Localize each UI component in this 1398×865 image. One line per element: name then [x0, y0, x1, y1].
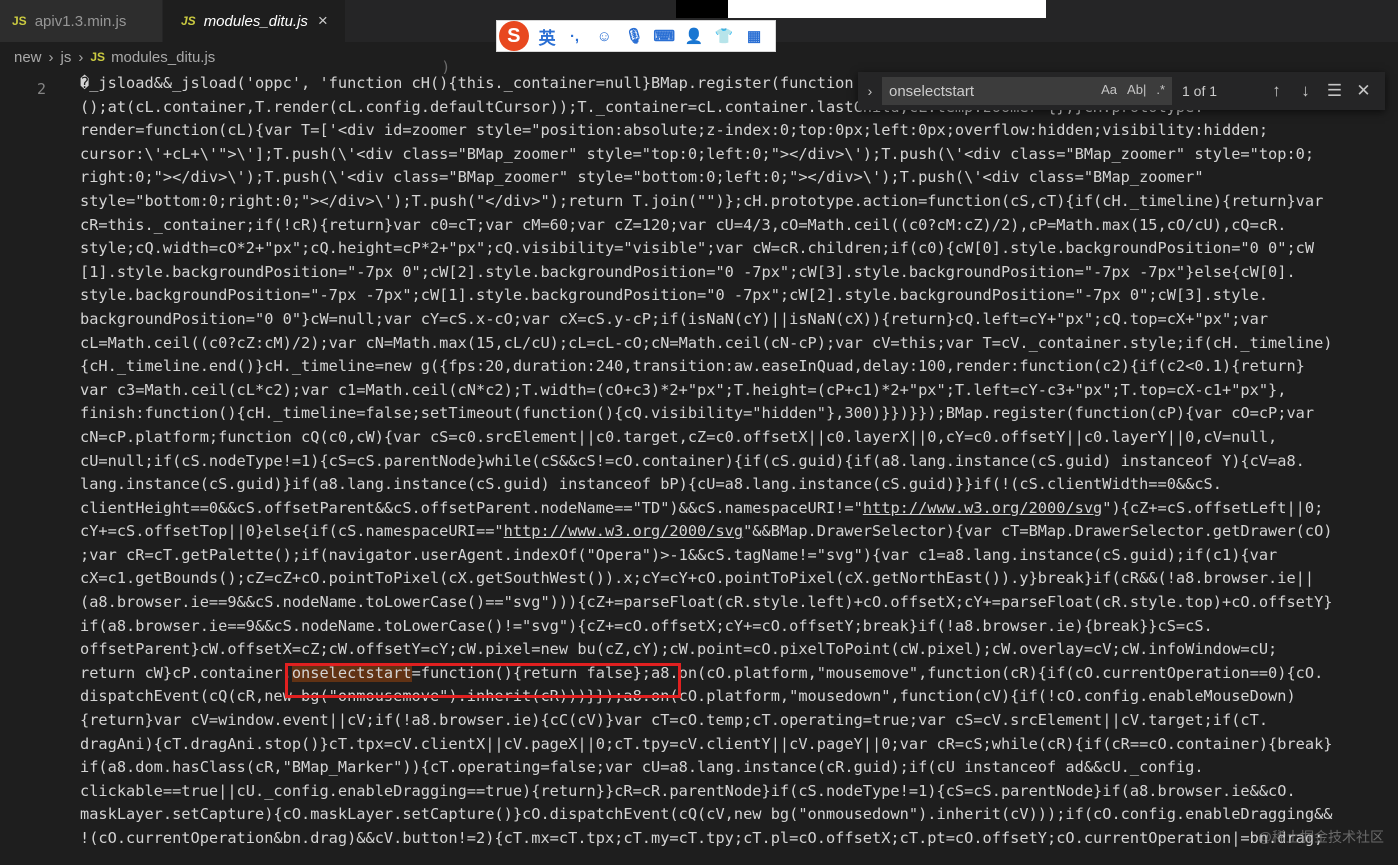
code-line[interactable]: cU=null;if(cS.nodeType!=1){cS=cS.parentN…	[80, 450, 1398, 474]
code-line[interactable]: cX=c1.getBounds();cZ=cZ+cO.pointToPixel(…	[80, 567, 1398, 591]
emoji-icon[interactable]: ☺	[595, 27, 613, 45]
code-line[interactable]: clickable==true||cU._config.enableDraggi…	[80, 780, 1398, 804]
ime-language-toggle[interactable]: 英	[539, 24, 556, 49]
code-line[interactable]: finish:function(){cH._timeline=false;set…	[80, 402, 1398, 426]
code-line[interactable]: dragAni){cT.dragAni.stop()}cT.tpx=cV.cli…	[80, 733, 1398, 757]
find-widget: › onselectstart Aa Ab| .* 1 of 1 ↑ ↓ ☰ ✕	[858, 72, 1385, 110]
chevron-right-icon: ›	[48, 48, 54, 66]
code-line[interactable]: cN=cP.platform;function cQ(c0,cW){var cS…	[80, 426, 1398, 450]
close-icon[interactable]: ✕	[1349, 81, 1378, 101]
arrow-up-icon[interactable]: ↑	[1262, 81, 1291, 101]
tab-modules-ditu[interactable]: JS modules_ditu.js ×	[163, 0, 345, 42]
whole-word-icon[interactable]: Ab|	[1127, 82, 1146, 97]
tab-label: modules_ditu.js	[203, 12, 308, 30]
code-line[interactable]: backgroundPosition="0 0"}cW=null;var cY=…	[80, 308, 1398, 332]
code-line[interactable]: return cW}cP.container.onselectstart=fun…	[80, 662, 1398, 686]
microphone-icon[interactable]: 🎙	[625, 27, 644, 45]
code-link[interactable]: http://www.w3.org/2000/svg	[863, 499, 1102, 517]
code-line[interactable]: right:0;"></div>\');T.push(\'<div class=…	[80, 166, 1398, 190]
find-in-selection-icon[interactable]: ☰	[1320, 81, 1349, 101]
user-icon[interactable]: 👤	[685, 27, 704, 45]
code-link[interactable]: http://www.w3.org/2000/svg	[504, 522, 743, 540]
close-icon[interactable]: ×	[318, 11, 328, 31]
breadcrumb-item-js[interactable]: js	[61, 49, 72, 66]
code-line[interactable]: cR=this._container;if(!cR){return}var c0…	[80, 214, 1398, 238]
code-line[interactable]: [1].style.backgroundPosition="-7px 0";cW…	[80, 261, 1398, 285]
match-case-icon[interactable]: Aa	[1101, 82, 1117, 97]
code-line[interactable]: if(a8.browser.ie==9&&cS.nodeName.toLower…	[80, 615, 1398, 639]
code-line[interactable]: cursor:\'+cL+\'">\'];T.push(\'<div class…	[80, 143, 1398, 167]
watermark: @稀土掘金技术社区	[1257, 829, 1384, 845]
code-line[interactable]: dispatchEvent(cQ(cR,new bg("onmousemove"…	[80, 685, 1398, 709]
code-line[interactable]: render=function(cL){var T=['<div id=zoom…	[80, 119, 1398, 143]
tab-apiv1-3[interactable]: JS apiv1.3.min.js	[0, 0, 162, 42]
punctuation-icon[interactable]: ·,	[566, 27, 584, 45]
code-line[interactable]: clientHeight==0&&cS.offsetParent&&cS.off…	[80, 497, 1398, 521]
shirt-icon[interactable]: 👕	[715, 27, 734, 45]
code-line[interactable]: style.backgroundPosition="-7px -7px";cW[…	[80, 284, 1398, 308]
regex-icon[interactable]: .*	[1156, 82, 1165, 97]
chevron-right-icon[interactable]: ›	[858, 83, 882, 99]
tab-label: apiv1.3.min.js	[34, 12, 127, 30]
ime-toolbar: S 英 ·, ☺ 🎙 ⌨ 👤 👕 ▦	[496, 20, 776, 52]
thumbnail-image	[676, 0, 728, 18]
sogou-logo-icon[interactable]: S	[499, 21, 529, 51]
line-number: 2	[37, 80, 47, 98]
code-line[interactable]: style;cQ.width=cO*2+"px";cQ.height=cP*2+…	[80, 237, 1398, 261]
js-file-icon: JS	[12, 14, 27, 28]
grid-menu-icon[interactable]: ▦	[745, 27, 763, 45]
keyboard-icon[interactable]: ⌨	[653, 27, 675, 45]
highlight-annotation-box	[285, 663, 681, 698]
code-line[interactable]: maskLayer.setCapture){cO.maskLayer.setCa…	[80, 803, 1398, 827]
code-line[interactable]: style="bottom:0;right:0;"></div>\');T.pu…	[80, 190, 1398, 214]
find-options: Aa Ab| .*	[1101, 82, 1165, 97]
code-line[interactable]: var c3=Math.ceil(cL*c2);var c1=Math.ceil…	[80, 379, 1398, 403]
code-text[interactable]: �_jsload&&_jsload('oppc', 'function cH()…	[80, 72, 1398, 851]
code-line[interactable]: offsetParent}cW.offsetX=cZ;cW.offsetY=cY…	[80, 638, 1398, 662]
code-line[interactable]: cY+=cS.offsetTop||0}else{if(cS.namespace…	[80, 520, 1398, 544]
code-line[interactable]: {cH._timeline.end()}cH._timeline=new g({…	[80, 355, 1398, 379]
code-editor[interactable]: ) 2 �_jsload&&_jsload('oppc', 'function …	[0, 58, 1398, 865]
code-line[interactable]: {return}var cV=window.event||cV;if(!a8.b…	[80, 709, 1398, 733]
code-line[interactable]: cL=Math.ceil((c0?cZ:cM)/2);var cN=Math.m…	[80, 332, 1398, 356]
overlay-window-strip	[728, 0, 1046, 18]
breadcrumb-item-new[interactable]: new	[14, 49, 42, 66]
arrow-down-icon[interactable]: ↓	[1291, 81, 1320, 101]
find-input[interactable]: onselectstart Aa Ab| .*	[882, 77, 1172, 105]
match-count: 1 of 1	[1182, 83, 1218, 99]
code-line[interactable]: ;var cR=cT.getPalette();if(navigator.use…	[80, 544, 1398, 568]
code-line[interactable]: !(cO.currentOperation&bn.drag)&&cV.butto…	[80, 827, 1398, 851]
code-line[interactable]: (a8.browser.ie==9&&cS.nodeName.toLowerCa…	[80, 591, 1398, 615]
code-line[interactable]: if(a8.dom.hasClass(cR,"BMap_Marker")){cT…	[80, 756, 1398, 780]
find-query: onselectstart	[889, 82, 975, 100]
js-file-icon: JS	[181, 14, 196, 28]
code-line[interactable]: lang.instance(cS.guid)}if(a8.lang.instan…	[80, 473, 1398, 497]
